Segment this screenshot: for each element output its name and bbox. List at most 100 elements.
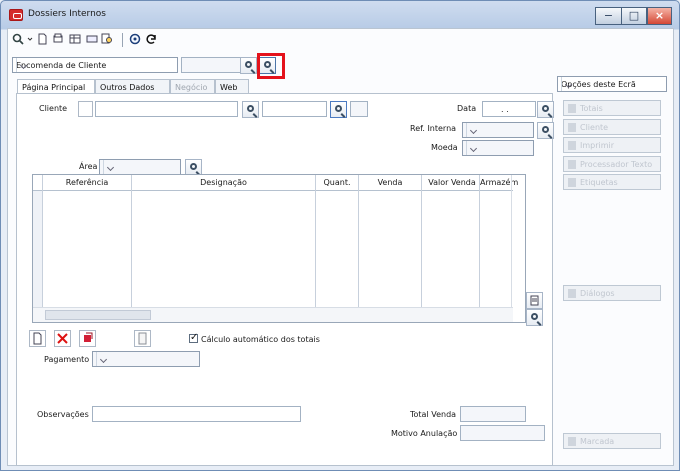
items-grid-header: Referência Designação Quant. Venda Valor… xyxy=(33,175,518,191)
chevron-down-icon[interactable] xyxy=(16,58,30,72)
observacoes-label: Observações xyxy=(37,410,89,419)
search-icon xyxy=(542,105,549,112)
copy-line-button[interactable] xyxy=(79,330,96,347)
toolbar-separator xyxy=(122,33,123,47)
ref-interna-select[interactable] xyxy=(462,122,534,138)
area-select[interactable] xyxy=(99,159,181,175)
search-icon xyxy=(531,313,538,320)
table-icon[interactable] xyxy=(69,33,81,45)
refresh-icon[interactable] xyxy=(145,33,157,45)
grid-calculator-button[interactable] xyxy=(526,292,543,309)
column-divider xyxy=(358,175,359,307)
app-icon xyxy=(9,9,23,21)
auto-calc-checkbox[interactable] xyxy=(189,332,198,343)
total-venda-field xyxy=(460,406,526,422)
observacoes-field[interactable] xyxy=(92,406,301,422)
pagamento-select[interactable] xyxy=(92,351,200,367)
print-icon[interactable] xyxy=(52,33,64,45)
horizontal-scrollbar[interactable] xyxy=(33,307,513,322)
toolbar xyxy=(8,29,673,51)
cliente-search-button[interactable] xyxy=(242,101,259,118)
close-button[interactable]: × xyxy=(647,7,672,25)
chevron-down-icon xyxy=(96,352,110,366)
search-icon[interactable] xyxy=(12,33,24,45)
application-window: Dossiers Internos − □ × Encomenda de Cli… xyxy=(0,0,680,471)
column-divider xyxy=(131,175,132,307)
search-document-button[interactable] xyxy=(240,57,257,74)
moeda-label: Moeda xyxy=(431,143,458,152)
vertical-scroll-thumb[interactable] xyxy=(512,193,524,273)
column-divider xyxy=(479,175,480,307)
column-divider xyxy=(42,175,43,307)
motivo-anulacao-field[interactable] xyxy=(460,425,545,441)
column-valor-venda[interactable]: Valor Venda xyxy=(422,178,482,187)
chevron-down-icon xyxy=(466,123,480,137)
cliente-code-search-button[interactable] xyxy=(330,101,347,118)
chevron-down-icon[interactable] xyxy=(27,33,33,45)
pagamento-label: Pagamento xyxy=(44,355,90,364)
new-document-icon[interactable] xyxy=(36,33,48,45)
data-field[interactable]: . . xyxy=(482,101,536,117)
column-divider xyxy=(421,175,422,307)
cliente-label: Cliente xyxy=(39,104,68,113)
column-referencia[interactable]: Referência xyxy=(43,178,131,187)
search-icon xyxy=(542,126,549,133)
total-venda-label: Total Venda xyxy=(410,410,457,419)
dialogos-button: Diálogos xyxy=(563,285,661,301)
search-icon xyxy=(190,163,197,170)
document-search-icon[interactable] xyxy=(101,33,113,45)
row-header-column xyxy=(33,191,42,307)
grid-search-button[interactable] xyxy=(526,309,543,326)
chevron-down-icon xyxy=(103,160,117,174)
column-divider xyxy=(315,175,316,307)
maximize-button[interactable]: □ xyxy=(621,7,647,25)
etiquetas-button: Etiquetas xyxy=(563,174,661,190)
new-line-button[interactable] xyxy=(29,330,46,347)
tab-negocio: Negócio xyxy=(170,79,215,94)
marcada-button: Marcada xyxy=(563,433,661,449)
document-number-field[interactable] xyxy=(181,57,241,73)
document-type-select[interactable]: Encomenda de Cliente xyxy=(12,57,178,73)
chevron-down-icon xyxy=(466,141,480,155)
delete-line-button[interactable] xyxy=(54,330,71,347)
vertical-scrollbar[interactable] xyxy=(511,175,525,308)
column-venda[interactable]: Venda xyxy=(359,178,421,187)
cliente-button: Cliente xyxy=(563,119,661,135)
imprimir-button: Imprimir xyxy=(563,137,661,153)
cliente-extra-field[interactable] xyxy=(350,101,368,117)
cliente-name-field[interactable] xyxy=(95,101,238,117)
processador-texto-button: Processador Texto xyxy=(563,156,661,172)
title-bar: Dossiers Internos − □ × xyxy=(1,1,679,27)
chevron-down-icon xyxy=(561,77,575,91)
screen-options-panel: Opções deste Ecrã Totais Cliente Imprimi… xyxy=(557,76,675,466)
column-armazem[interactable]: Armazém xyxy=(480,178,518,187)
moeda-select[interactable] xyxy=(462,140,534,156)
data-label: Data xyxy=(457,104,477,113)
highlighted-search-button-frame xyxy=(257,53,285,79)
settings-icon[interactable] xyxy=(129,33,141,45)
minimize-button[interactable]: − xyxy=(595,7,622,25)
calculator-button[interactable] xyxy=(134,330,151,347)
ref-interna-label: Ref. Interna xyxy=(410,124,457,133)
tab-web[interactable]: Web xyxy=(215,79,249,94)
keyboard-icon[interactable] xyxy=(86,33,98,45)
motivo-anulacao-label: Motivo Anulação xyxy=(391,429,458,438)
items-grid: Referência Designação Quant. Venda Valor… xyxy=(32,174,526,323)
search-icon xyxy=(245,61,252,68)
tab-outros-dados[interactable]: Outros Dados xyxy=(95,79,170,94)
column-quant[interactable]: Quant. xyxy=(316,178,358,187)
area-label: Área xyxy=(79,162,98,171)
main-content: Encomenda de Cliente Página Principal Ou… xyxy=(7,28,674,466)
window-title: Dossiers Internos xyxy=(28,9,106,19)
horizontal-scroll-thumb[interactable] xyxy=(45,310,151,320)
cliente-code-field[interactable] xyxy=(262,101,327,117)
search-icon xyxy=(247,105,254,112)
screen-options-select[interactable]: Opções deste Ecrã xyxy=(557,76,667,92)
auto-calc-label: Cálculo automático dos totais xyxy=(201,335,320,344)
data-search-button[interactable] xyxy=(537,101,554,118)
totais-button: Totais xyxy=(563,100,661,116)
column-designacao[interactable]: Designação xyxy=(132,178,315,187)
search-icon xyxy=(335,105,342,112)
ref-interna-search-button[interactable] xyxy=(537,122,554,139)
client-info-icon[interactable] xyxy=(78,101,93,117)
